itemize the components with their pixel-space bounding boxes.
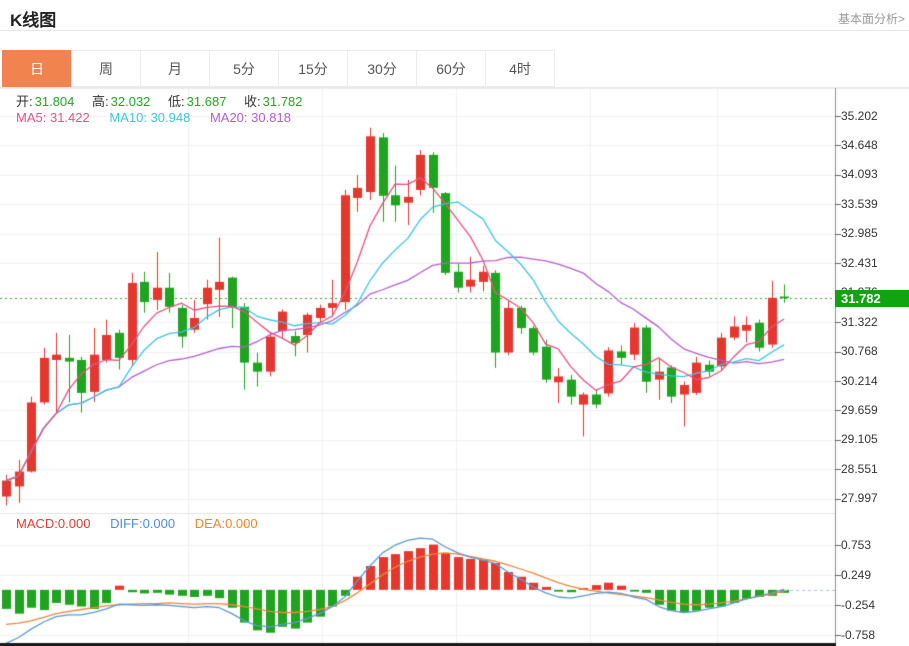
diff-value: DIFF:0.000 bbox=[110, 516, 175, 531]
close-label: 收: bbox=[244, 94, 261, 109]
ma5-readout: MA5: 31.422 bbox=[16, 110, 90, 125]
price-axis-label: 30.768 bbox=[841, 344, 878, 358]
macd-axis-label: 0.249 bbox=[841, 568, 871, 582]
tab-5min[interactable]: 5分 bbox=[209, 50, 279, 87]
ma-readout: MA5: 31.422 MA10: 30.948 MA20: 30.818 bbox=[16, 110, 291, 125]
price-axis-label: 28.551 bbox=[841, 462, 878, 476]
kline-page: K线图 基本面分析> 日 周 月 5分 15分 30分 60分 4时 开:31.… bbox=[0, 0, 909, 646]
price-axis-label: 31.322 bbox=[841, 315, 878, 329]
open-label: 开: bbox=[16, 94, 33, 109]
macd-axis-label: -0.254 bbox=[841, 598, 875, 612]
fundamental-analysis-link[interactable]: 基本面分析> bbox=[838, 10, 905, 27]
tabbar-divider bbox=[0, 87, 909, 88]
price-axis-label: 27.997 bbox=[841, 491, 878, 505]
ohlc-readout: 开:31.804 高:32.032 低:31.687 收:31.782 bbox=[16, 91, 302, 110]
macd-readout: MACD:0.000 DIFF:0.000 DEA:0.000 bbox=[16, 516, 258, 531]
price-axis-label: 29.659 bbox=[841, 403, 878, 417]
high-value: 32.032 bbox=[111, 94, 151, 109]
price-axis-label: 32.431 bbox=[841, 256, 878, 270]
tab-60min[interactable]: 60分 bbox=[416, 50, 486, 87]
tab-day[interactable]: 日 bbox=[2, 50, 72, 87]
price-axis-label: 34.093 bbox=[841, 167, 878, 181]
current-price-badge: 31.782 bbox=[835, 290, 909, 307]
low-label: 低: bbox=[168, 94, 185, 109]
tab-4hour[interactable]: 4时 bbox=[485, 50, 555, 87]
price-axis-label: 33.539 bbox=[841, 197, 878, 211]
dea-value: DEA:0.000 bbox=[195, 516, 258, 531]
tab-month[interactable]: 月 bbox=[140, 50, 210, 87]
price-axis-label: 35.202 bbox=[841, 109, 878, 123]
macd-axis-label: 0.753 bbox=[841, 538, 871, 552]
tab-week[interactable]: 周 bbox=[71, 50, 141, 87]
title-divider bbox=[0, 30, 909, 31]
price-axis-label: 32.985 bbox=[841, 226, 878, 240]
price-axis-label: 29.105 bbox=[841, 432, 878, 446]
open-value: 31.804 bbox=[35, 94, 75, 109]
page-title: K线图 bbox=[10, 6, 56, 31]
price-axis-label: 30.214 bbox=[841, 374, 878, 388]
macd-axis-label: -0.758 bbox=[841, 628, 875, 642]
macd-value: MACD:0.000 bbox=[16, 516, 90, 531]
tab-30min[interactable]: 30分 bbox=[347, 50, 417, 87]
ma10-readout: MA10: 30.948 bbox=[109, 110, 190, 125]
price-axis-label: 34.648 bbox=[841, 138, 878, 152]
low-value: 31.687 bbox=[187, 94, 227, 109]
ma20-readout: MA20: 30.818 bbox=[210, 110, 291, 125]
tab-15min[interactable]: 15分 bbox=[278, 50, 348, 87]
period-tabbar: 日 周 月 5分 15分 30分 60分 4时 bbox=[3, 50, 555, 87]
close-value: 31.782 bbox=[263, 94, 303, 109]
high-label: 高: bbox=[92, 94, 109, 109]
